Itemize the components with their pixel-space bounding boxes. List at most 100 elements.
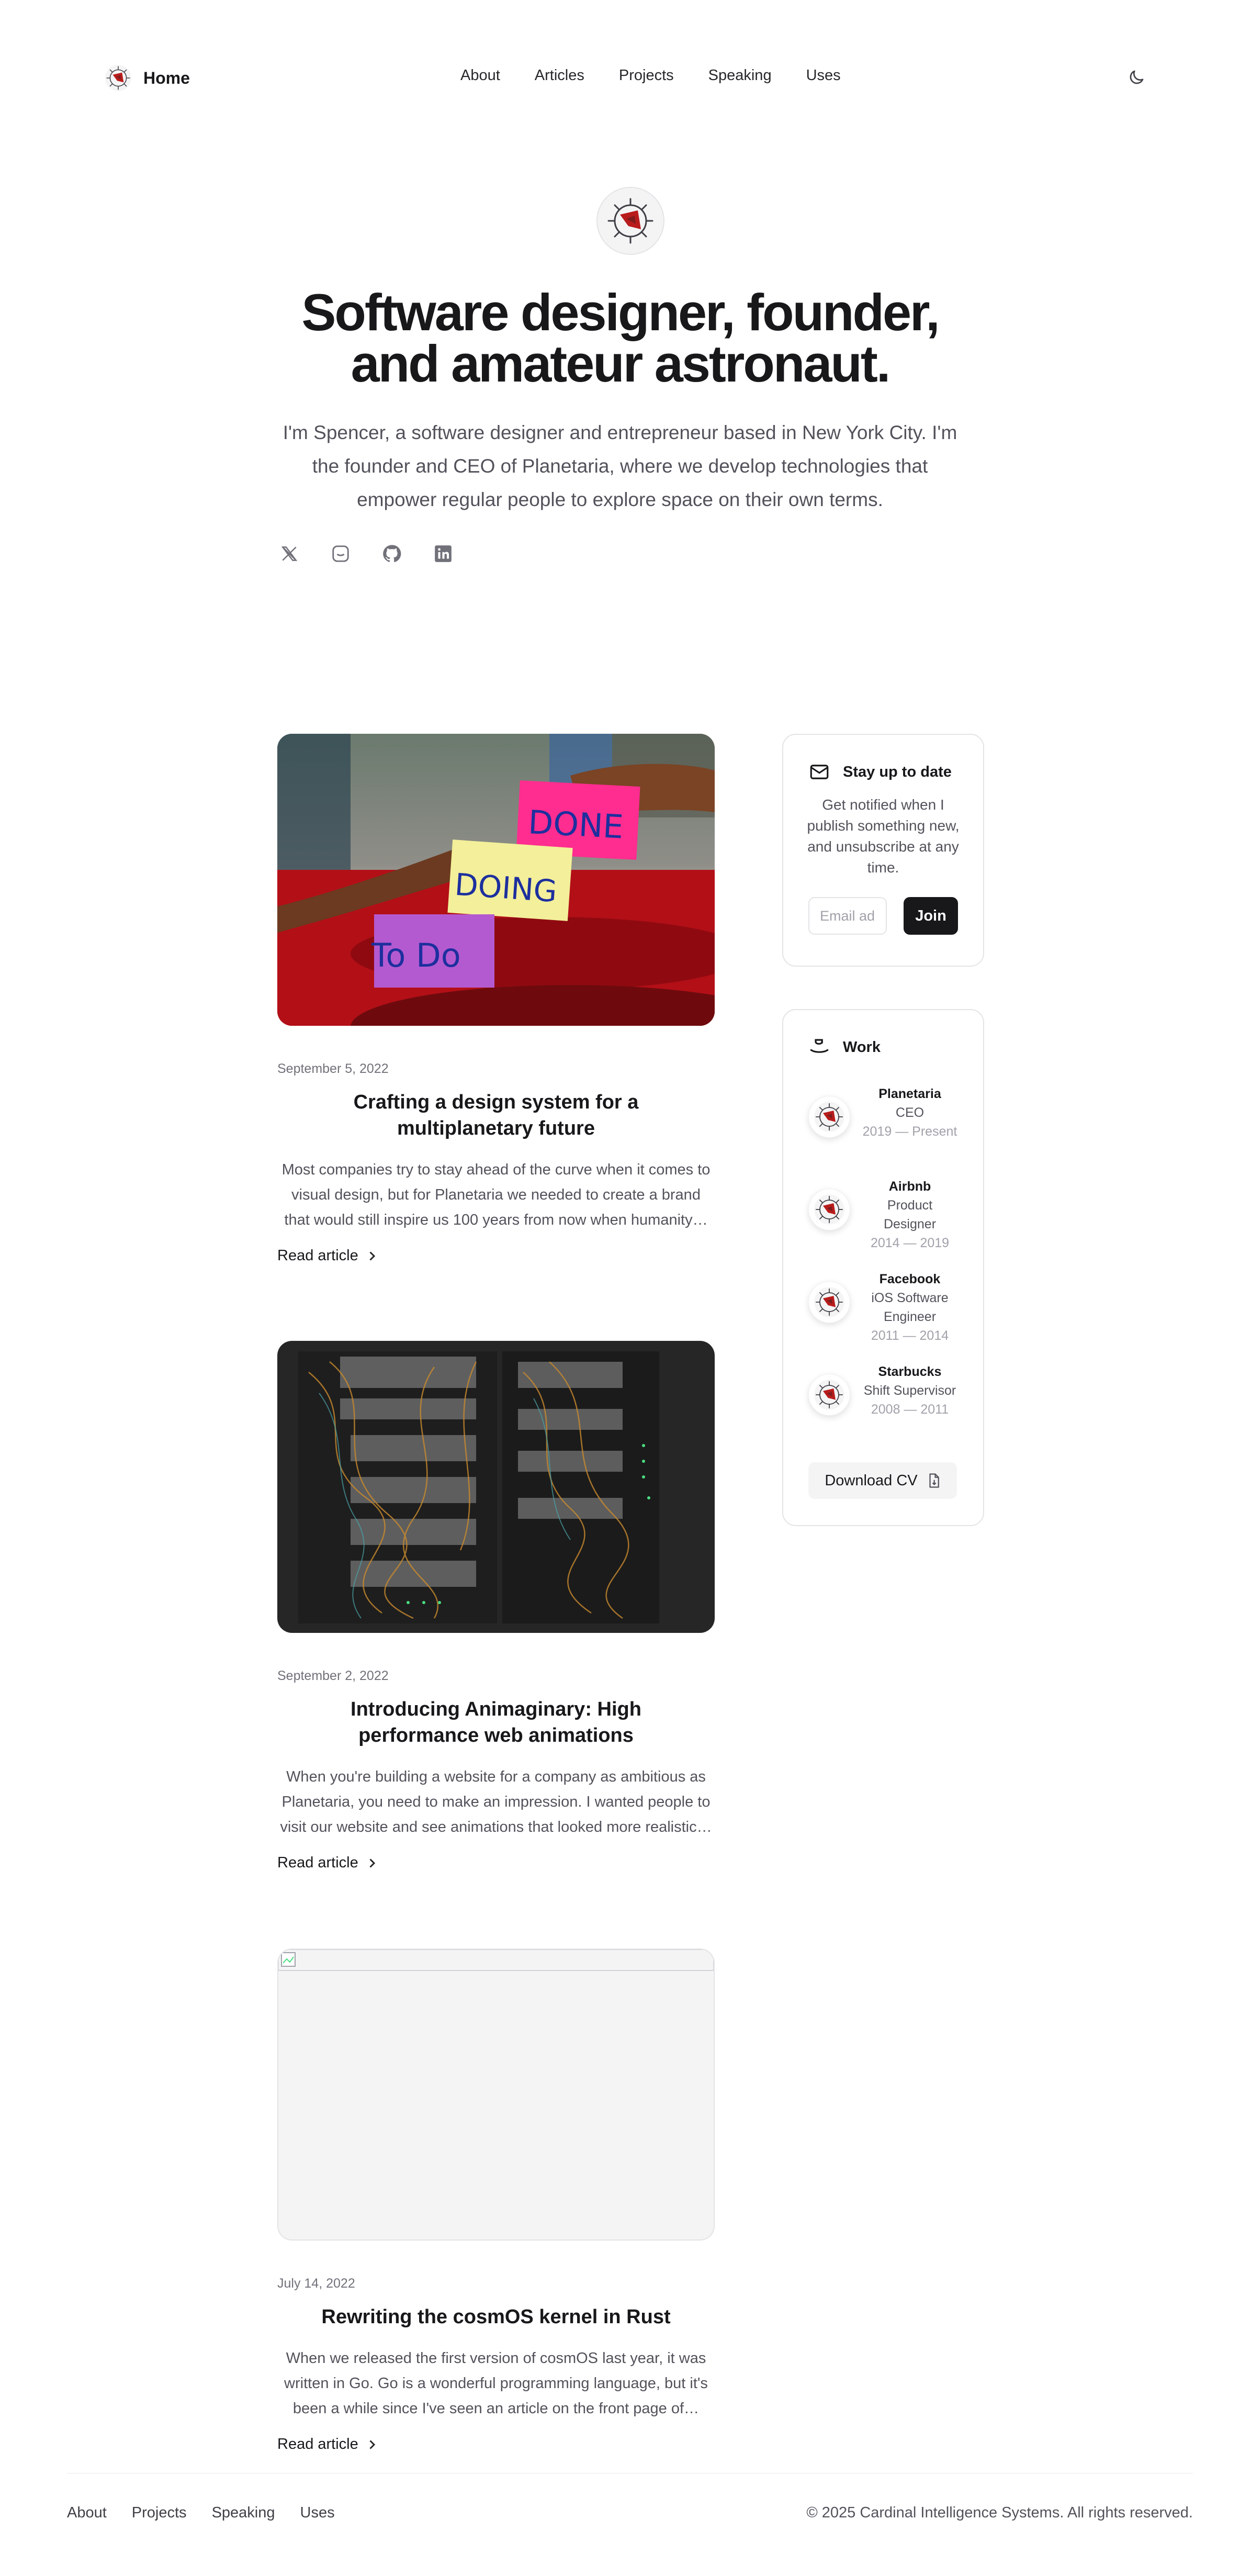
- article-date: September 2, 2022: [277, 1668, 389, 1683]
- logo-icon: [814, 1101, 845, 1133]
- company-logo: [808, 1096, 850, 1138]
- footer-nav: About Projects Speaking Uses: [67, 2504, 360, 2522]
- article-date: July 14, 2022: [277, 2276, 355, 2291]
- sticky-notes-photo[interactable]: DONE DOING To Do: [277, 734, 715, 1026]
- chevron-right-icon: [369, 2439, 375, 2449]
- article-image: [277, 1341, 715, 1633]
- x-icon: [281, 546, 298, 561]
- hero-description: I'm Spencer, a software designer and ent…: [283, 422, 957, 510]
- server-rack-photo[interactable]: [277, 1341, 715, 1633]
- document-download-icon: [929, 1473, 939, 1488]
- read-article-link[interactable]: Read article: [277, 1854, 715, 1872]
- newsletter-description: Get notified when I publish something ne…: [807, 797, 960, 876]
- work-card: Work Planetaria CEO 2019 — Present Airbn…: [782, 1009, 984, 1526]
- social-links: [277, 542, 455, 566]
- job-role: iOS Software Engineer: [871, 1291, 949, 1324]
- instagram-icon: [332, 545, 349, 562]
- article-title[interactable]: Introducing Animaginary: High performanc…: [277, 1696, 715, 1749]
- read-article-link[interactable]: Read article: [277, 1247, 715, 1264]
- logo-icon: [105, 64, 132, 92]
- footer-nav-speaking[interactable]: Speaking: [212, 2504, 275, 2522]
- theme-toggle-button[interactable]: [1125, 66, 1148, 89]
- broken-image-icon: [278, 1950, 714, 1971]
- nav-projects[interactable]: Projects: [619, 67, 674, 84]
- article-card[interactable]: DONE DOING To Do September 5, 2022 Craft…: [277, 734, 715, 1264]
- newsletter-card: Stay up to date Get notified when I publ…: [782, 734, 984, 967]
- logo-icon: [604, 195, 657, 247]
- job-dates: 2019 — Present: [862, 1124, 957, 1139]
- logo-icon: [814, 1379, 845, 1410]
- home-label: Home: [143, 68, 190, 87]
- company-logo: [808, 1374, 850, 1416]
- list-item: Planetaria CEO 2019 — Present: [808, 1084, 958, 1177]
- list-item: Facebook iOS Software Engineer 2011 — 20…: [808, 1270, 958, 1362]
- article-title[interactable]: Crafting a design system for a multiplan…: [277, 1089, 715, 1141]
- download-cv-button[interactable]: Download CV: [808, 1462, 957, 1499]
- company-logo: [808, 1189, 850, 1230]
- nav-uses[interactable]: Uses: [806, 67, 841, 84]
- linkedin-link[interactable]: [431, 542, 455, 566]
- svg-text:DONE: DONE: [527, 803, 625, 846]
- chevron-right-icon: [369, 1251, 375, 1261]
- nav-about[interactable]: About: [460, 67, 500, 84]
- article-date: September 5, 2022: [277, 1061, 389, 1076]
- work-header: Work: [783, 1036, 983, 1058]
- moon-icon: [1130, 70, 1144, 84]
- email-field[interactable]: [808, 897, 887, 935]
- read-article-label: Read article: [277, 1854, 358, 1871]
- job-role: CEO: [895, 1105, 925, 1120]
- article-excerpt: When we released the first version of co…: [284, 2350, 708, 2417]
- read-article-label: Read article: [277, 2436, 358, 2452]
- footer-nav-about[interactable]: About: [67, 2504, 107, 2522]
- page-title: Software designer, founder, and amateur …: [301, 283, 940, 393]
- article-card[interactable]: July 14, 2022 Rewriting the cosmOS kerne…: [277, 1948, 715, 2453]
- site-header: Home About Articles Projects Speaking Us…: [0, 0, 1240, 157]
- join-button[interactable]: Join: [904, 897, 958, 935]
- job-dates: 2014 — 2019: [870, 1236, 950, 1250]
- company-logo: [808, 1281, 850, 1323]
- article-card[interactable]: September 2, 2022 Introducing Animaginar…: [277, 1341, 715, 1872]
- read-article-label: Read article: [277, 1247, 358, 1264]
- x-link[interactable]: [277, 542, 301, 566]
- home-link[interactable]: Home: [105, 64, 190, 92]
- job-dates: 2011 — 2014: [871, 1328, 949, 1343]
- footer-divider: [67, 2473, 1193, 2474]
- avatar: [596, 187, 664, 255]
- chevron-right-icon: [369, 1858, 375, 1868]
- job-role: Product Designer: [883, 1198, 937, 1231]
- svg-text:DOING: DOING: [454, 867, 558, 909]
- mail-icon: [810, 765, 829, 779]
- nav-articles[interactable]: Articles: [535, 67, 584, 84]
- footer-nav-uses[interactable]: Uses: [300, 2504, 335, 2522]
- svg-text:To Do: To Do: [371, 936, 461, 975]
- instagram-link[interactable]: [329, 542, 353, 566]
- broken-image[interactable]: [277, 1948, 715, 2241]
- newsletter-title: Stay up to date: [843, 763, 952, 780]
- work-title: Work: [843, 1038, 881, 1056]
- logo-icon: [814, 1194, 845, 1225]
- main-nav: About Articles Projects Speaking Uses: [460, 67, 875, 84]
- article-image: DONE DOING To Do: [277, 734, 715, 1026]
- logo-icon: [814, 1286, 845, 1318]
- download-cv-label: Download CV: [825, 1472, 918, 1489]
- work-list: Planetaria CEO 2019 — Present Airbnb Pro…: [783, 1084, 983, 1455]
- github-icon: [383, 545, 401, 563]
- read-article-link[interactable]: Read article: [277, 2436, 715, 2453]
- job-role: Shift Supervisor: [863, 1383, 956, 1398]
- copyright-text: © 2025 Cardinal Intelligence Systems. Al…: [806, 2504, 1193, 2521]
- job-dates: 2008 — 2011: [871, 1402, 949, 1417]
- list-item: Airbnb Product Designer 2014 — 2019: [808, 1177, 958, 1270]
- company-name: Facebook: [879, 1272, 941, 1286]
- article-excerpt: Most companies try to stay ahead of the …: [281, 1161, 711, 1228]
- linkedin-icon: [435, 545, 452, 562]
- github-link[interactable]: [380, 542, 404, 566]
- briefcase-icon: [810, 1039, 829, 1053]
- article-title[interactable]: Rewriting the cosmOS kernel in Rust: [277, 2304, 715, 2330]
- article-excerpt: When you're building a website for a com…: [280, 1768, 712, 1835]
- newsletter-header: Stay up to date: [783, 761, 983, 783]
- list-item: Starbucks Shift Supervisor 2008 — 2011: [808, 1362, 958, 1455]
- nav-speaking[interactable]: Speaking: [708, 67, 772, 84]
- company-name: Planetaria: [878, 1087, 941, 1101]
- footer-nav-projects[interactable]: Projects: [132, 2504, 187, 2522]
- company-name: Airbnb: [888, 1179, 931, 1194]
